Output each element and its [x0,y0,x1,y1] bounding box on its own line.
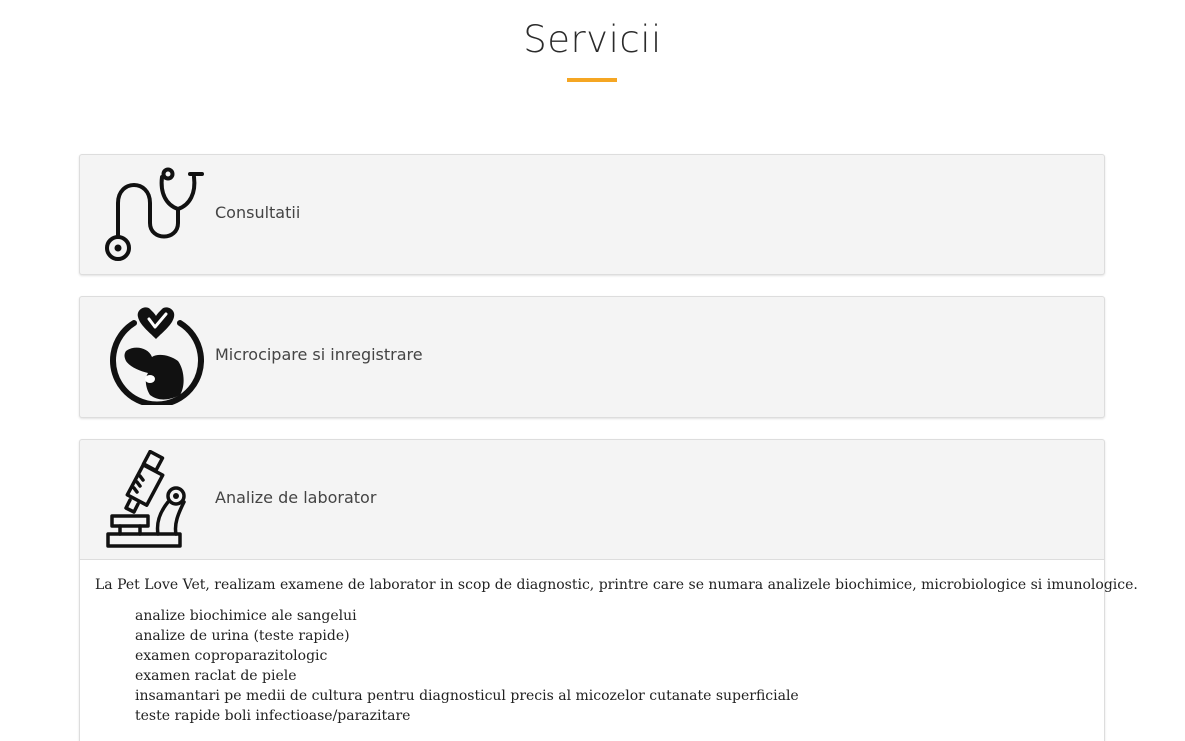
service-content-analize: La Pet Love Vet, realizam examene de lab… [80,559,1138,741]
stethoscope-icon [104,165,204,265]
service-label: Microcipare si inregistrare [215,345,423,364]
title-underline [567,78,617,82]
service-label: Consultatii [215,203,301,222]
list-item: analize biochimice ale sangelui [135,608,357,624]
list-item: examen raclat de piele [135,668,297,684]
list-item: examen coproparazitologic [135,648,328,664]
service-panel-consultatii[interactable]: Consultatii [79,154,1105,275]
microscope-icon [104,450,204,550]
page-title: Servicii [523,18,662,61]
service-header-consultatii[interactable]: Consultatii [80,155,1104,273]
list-item: insamantari pe medii de cultura pentru d… [135,688,799,704]
service-header-analize[interactable]: Analize de laborator [80,440,1104,558]
list-item: analize de urina (teste rapide) [135,628,350,644]
service-description: La Pet Love Vet, realizam examene de lab… [95,577,1138,593]
service-panel-analize[interactable]: Analize de laborator La Pet Love Vet, re… [79,439,1138,741]
service-header-microcipare[interactable]: Microcipare si inregistrare [80,297,1104,415]
lab-tests-list: analize biochimice ale sangelui analize … [135,606,799,726]
service-panel-microcipare[interactable]: Microcipare si inregistrare [79,296,1105,418]
service-label: Analize de laborator [215,488,377,507]
list-item: teste rapide boli infectioase/parazitare [135,708,411,724]
pet-heart-icon [104,305,204,405]
